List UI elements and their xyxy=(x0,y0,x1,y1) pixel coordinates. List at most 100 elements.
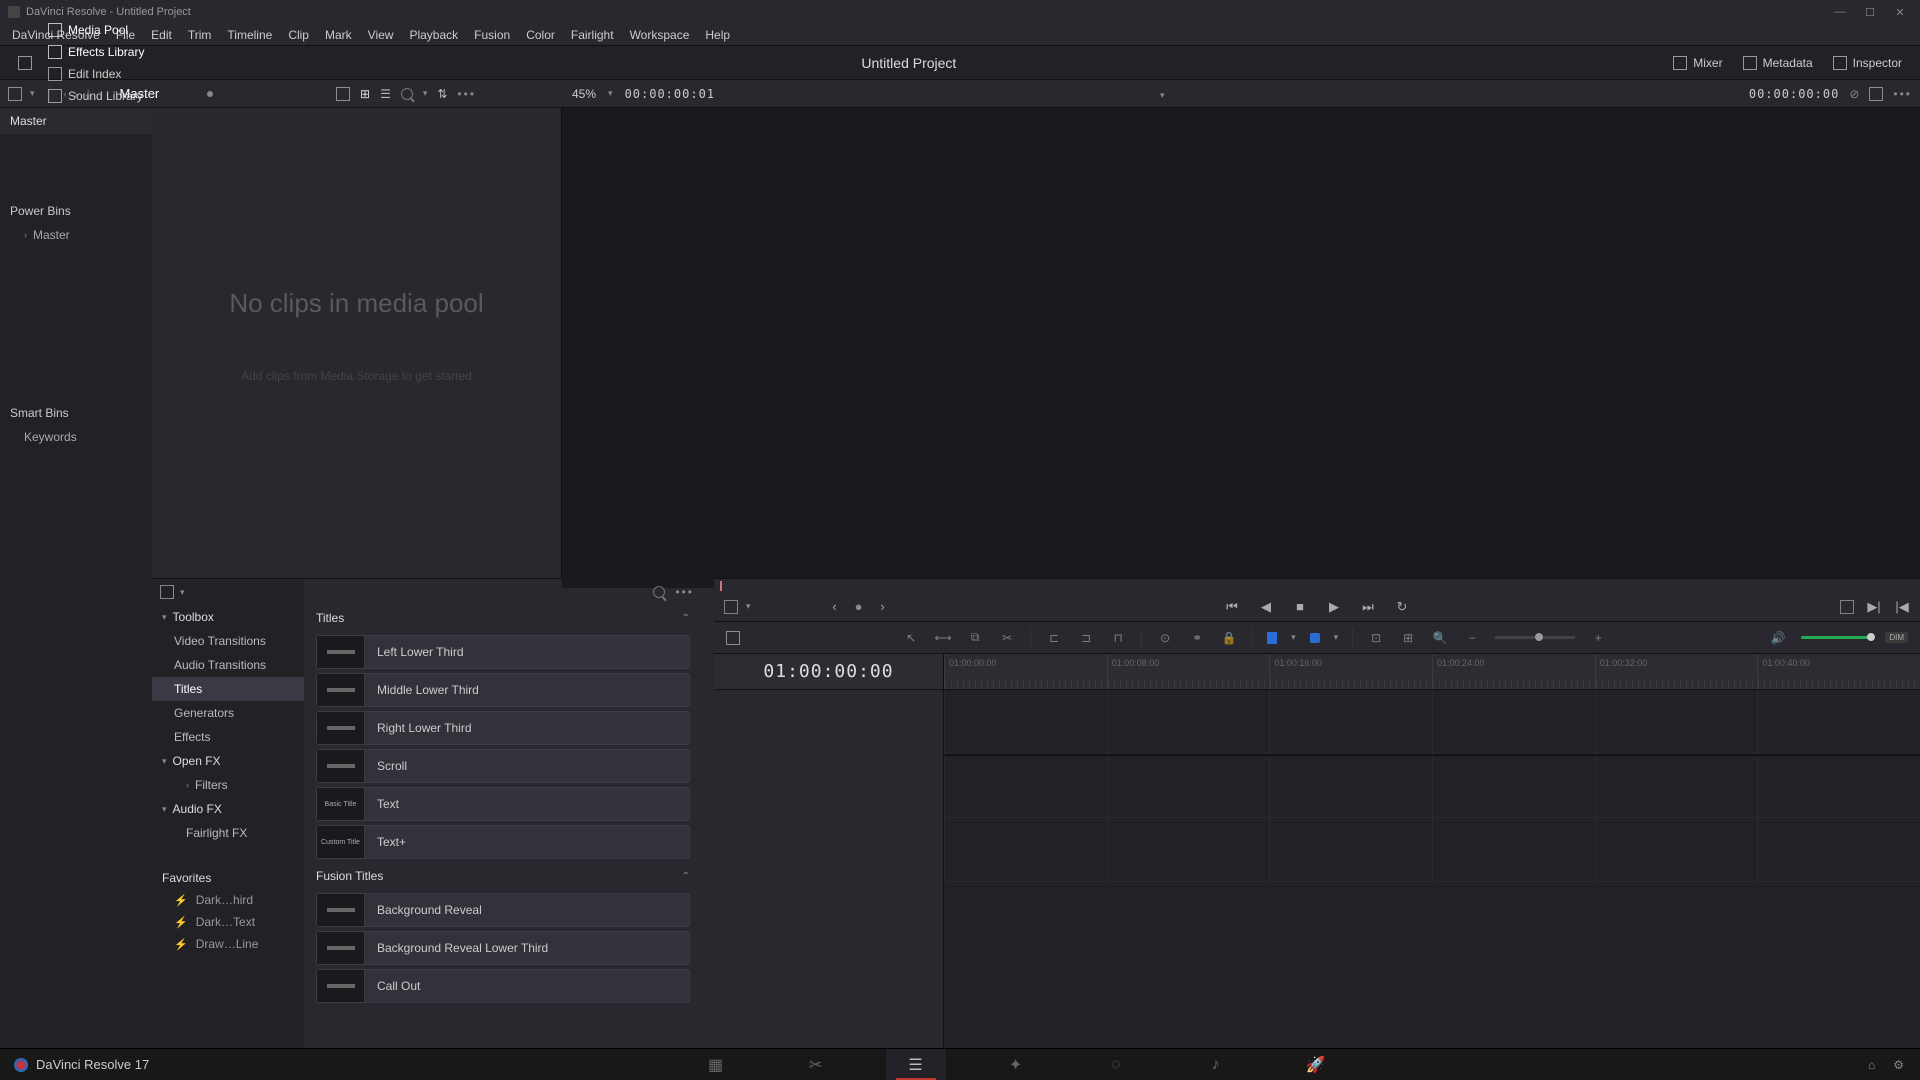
panel-toggle-icon[interactable] xyxy=(160,585,174,599)
go-start-button[interactable]: ⏮ xyxy=(1224,599,1240,615)
ruler-segment[interactable]: 01:00:32:00 xyxy=(1595,654,1758,689)
search-icon[interactable] xyxy=(653,586,665,598)
search-icon[interactable] xyxy=(401,88,413,100)
nav-forward-button[interactable]: › xyxy=(75,89,78,99)
stop-button[interactable]: ■ xyxy=(1292,599,1308,615)
audio-track[interactable] xyxy=(944,818,1920,882)
favorite-item[interactable]: ⚡Dark…Text xyxy=(152,911,304,933)
fx-category-item[interactable]: Titles xyxy=(152,677,304,701)
title-preset-item[interactable]: Custom TitleText+ xyxy=(316,825,690,859)
in-out-button[interactable] xyxy=(1840,600,1854,614)
zoom-to-fit-button[interactable]: ⊡ xyxy=(1367,629,1385,647)
viewer-options-button[interactable]: ••• xyxy=(1893,87,1912,101)
grid-view-button[interactable]: ⊞ xyxy=(360,87,370,101)
fx-group-header[interactable]: Fusion Titles⌃ xyxy=(304,863,702,889)
home-layout-button[interactable] xyxy=(10,52,40,74)
prev-marker-button[interactable]: ● xyxy=(851,599,867,615)
overwrite-clip-button[interactable]: ⊐ xyxy=(1077,629,1095,647)
menu-trim[interactable]: Trim xyxy=(180,26,220,44)
page-tab-fairlight[interactable]: ♪ xyxy=(1186,1049,1246,1080)
play-button[interactable]: ▶ xyxy=(1326,599,1342,615)
home-button[interactable]: ⌂ xyxy=(1868,1058,1875,1072)
menu-help[interactable]: Help xyxy=(697,26,738,44)
zoom-out-button[interactable]: − xyxy=(1463,629,1481,647)
first-frame-button[interactable]: ‹ xyxy=(827,599,843,615)
media-pool-toggle[interactable]: Media Pool xyxy=(40,19,152,41)
menu-clip[interactable]: Clip xyxy=(280,26,317,44)
timeline-tracks[interactable] xyxy=(944,690,1920,1048)
menu-workspace[interactable]: Workspace xyxy=(622,26,698,44)
maximize-button[interactable]: ☐ xyxy=(1864,6,1876,18)
title-preset-item[interactable]: Basic TitleText xyxy=(316,787,690,821)
menu-color[interactable]: Color xyxy=(518,26,563,44)
lock-button[interactable]: 🔒 xyxy=(1220,629,1238,647)
audio-track[interactable] xyxy=(944,754,1920,818)
options-menu-button[interactable]: ••• xyxy=(457,87,476,101)
title-preset-item[interactable]: Left Lower Third xyxy=(316,635,690,669)
close-button[interactable]: ✕ xyxy=(1894,6,1906,18)
next-frame-button[interactable]: › xyxy=(875,599,891,615)
loop-button[interactable]: ↻ xyxy=(1394,599,1410,615)
effects-library-toggle[interactable]: Effects Library xyxy=(40,41,152,63)
zoom-in-button[interactable]: + xyxy=(1589,629,1607,647)
thumbnail-view-button[interactable] xyxy=(336,87,350,101)
favorite-item[interactable]: ⚡Dark…hird xyxy=(152,889,304,911)
ruler-segment[interactable]: 01:00:24:00 xyxy=(1432,654,1595,689)
metadata-toggle[interactable]: Metadata xyxy=(1735,52,1821,74)
minimize-button[interactable]: — xyxy=(1834,6,1846,18)
nav-back-button[interactable]: ‹ xyxy=(64,89,67,99)
menu-timeline[interactable]: Timeline xyxy=(219,26,280,44)
fx-category-item[interactable]: Generators xyxy=(152,701,304,725)
title-preset-item[interactable]: Call Out xyxy=(316,969,690,1003)
insert-clip-button[interactable]: ⊏ xyxy=(1045,629,1063,647)
match-frame-button[interactable] xyxy=(724,600,738,614)
page-tab-cut[interactable]: ✂ xyxy=(786,1049,846,1080)
title-preset-item[interactable]: Right Lower Third xyxy=(316,711,690,745)
project-settings-button[interactable]: ⚙ xyxy=(1893,1058,1904,1072)
timeline-ruler[interactable]: 01:00:00:0001:00:08:0001:00:16:0001:00:2… xyxy=(944,654,1920,690)
ruler-segment[interactable]: 01:00:16:00 xyxy=(1269,654,1432,689)
fx-category-item[interactable]: Video Transitions xyxy=(152,629,304,653)
panel-toggle-icon[interactable] xyxy=(8,87,22,101)
chevron-down-icon[interactable]: ▾ xyxy=(1291,632,1296,643)
go-end-button[interactable]: ⏭ xyxy=(1360,599,1376,615)
inspector-toggle[interactable]: Inspector xyxy=(1825,52,1910,74)
timeline-view-options[interactable] xyxy=(726,631,740,645)
chevron-down-icon[interactable]: ▾ xyxy=(30,88,35,99)
snapping-toggle[interactable]: ⊙ xyxy=(1156,629,1174,647)
link-toggle[interactable]: ⚭ xyxy=(1188,629,1206,647)
sort-icon[interactable]: ⇅ xyxy=(437,87,447,101)
viewer-mode-dropdown[interactable]: ▾ xyxy=(1160,90,1165,100)
toolbox-header[interactable]: ▾Toolbox xyxy=(152,605,304,629)
volume-slider[interactable] xyxy=(1801,636,1871,639)
page-tab-media[interactable]: ▦ xyxy=(686,1049,746,1080)
audiofx-header[interactable]: ▾Audio FX xyxy=(152,797,304,821)
fx-category-item[interactable]: ›Filters xyxy=(152,773,304,797)
openfx-header[interactable]: ▾Open FX xyxy=(152,749,304,773)
menu-fairlight[interactable]: Fairlight xyxy=(563,26,622,44)
dynamic-trim-tool[interactable]: ⧉ xyxy=(966,629,984,647)
title-preset-item[interactable]: Background Reveal Lower Third xyxy=(316,931,690,965)
smart-bin-item[interactable]: Keywords xyxy=(0,426,152,448)
bin-root[interactable]: Master xyxy=(0,108,152,134)
viewer-scrubber[interactable] xyxy=(714,578,1920,592)
replace-clip-button[interactable]: ⊓ xyxy=(1109,629,1127,647)
single-viewer-button[interactable] xyxy=(1869,87,1883,101)
import-icon[interactable]: ⤓ xyxy=(86,87,102,101)
fx-group-header[interactable]: Titles⌃ xyxy=(304,605,702,631)
bypass-fx-button[interactable]: ⊘ xyxy=(1849,87,1859,101)
fx-category-item[interactable]: Effects xyxy=(152,725,304,749)
dim-button[interactable]: DIM xyxy=(1885,632,1908,643)
mixer-toggle[interactable]: Mixer xyxy=(1665,52,1730,74)
menu-fusion[interactable]: Fusion xyxy=(466,26,518,44)
page-tab-fusion[interactable]: ✦ xyxy=(986,1049,1046,1080)
chevron-down-icon[interactable]: ▾ xyxy=(180,587,185,598)
video-track[interactable] xyxy=(944,690,1920,754)
timeline-timecode[interactable]: 01:00:00:00 xyxy=(714,654,943,690)
list-view-button[interactable]: ☰ xyxy=(380,87,391,101)
ruler-segment[interactable]: 01:00:40:00 xyxy=(1757,654,1920,689)
trim-tool[interactable]: ⟷ xyxy=(934,629,952,647)
timeline-viewer[interactable] xyxy=(562,108,1920,588)
next-edit-button[interactable]: ▶| xyxy=(1866,599,1882,615)
menu-mark[interactable]: Mark xyxy=(317,26,360,44)
